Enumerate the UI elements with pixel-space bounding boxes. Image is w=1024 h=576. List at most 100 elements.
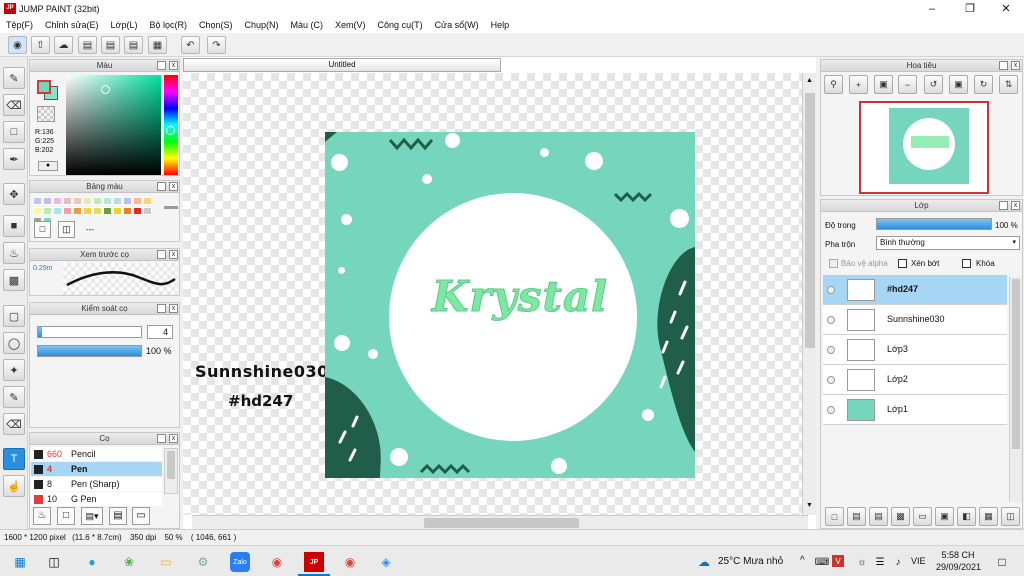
panel-close-icon[interactable]: x bbox=[169, 182, 178, 191]
gradient-tool-icon[interactable]: ▩ bbox=[3, 269, 25, 291]
share-icon[interactable]: ⇧ bbox=[31, 36, 50, 54]
new-layer-icon[interactable]: □ bbox=[825, 507, 844, 526]
panel-close-icon[interactable]: x bbox=[169, 304, 178, 313]
transparent-swatch[interactable] bbox=[37, 106, 55, 122]
menu-capture[interactable]: Chụp(N) bbox=[239, 20, 285, 30]
chrome-alt-icon[interactable]: ◉ bbox=[340, 552, 360, 572]
network-icon[interactable]: ☼ bbox=[852, 552, 872, 572]
panel-float-icon[interactable] bbox=[157, 434, 166, 443]
keyboard-icon[interactable]: ⌨ bbox=[812, 552, 832, 572]
palette-swatch[interactable] bbox=[103, 197, 112, 205]
layer-settings-icon[interactable]: ▦ bbox=[979, 507, 998, 526]
credit-name-text[interactable]: Sunnshine030 bbox=[195, 362, 329, 381]
zoom-in-icon[interactable]: + bbox=[849, 75, 868, 94]
weather-text[interactable]: 25°C Mưa nhỏ bbox=[718, 556, 783, 567]
language-indicator[interactable]: VIE bbox=[911, 556, 926, 566]
alpha-lock-checkbox[interactable] bbox=[829, 259, 838, 268]
lasso-icon[interactable]: ◯ bbox=[3, 332, 25, 354]
palette-swatch[interactable] bbox=[133, 207, 142, 215]
palette-swatch[interactable] bbox=[83, 207, 92, 215]
menu-layer[interactable]: Lớp(L) bbox=[105, 20, 144, 30]
panel-close-icon[interactable]: x bbox=[169, 250, 178, 259]
reset-view-icon[interactable]: ▣ bbox=[949, 75, 968, 94]
zoom-fit-icon[interactable]: ⚲ bbox=[824, 75, 843, 94]
menu-view[interactable]: Xem(V) bbox=[329, 20, 372, 30]
palette-menu[interactable]: --- bbox=[86, 225, 94, 234]
blend-mode-select[interactable]: Bình thường ▾ bbox=[876, 236, 1020, 250]
scroll-up-icon[interactable]: ▲ bbox=[805, 76, 814, 85]
zalo-icon[interactable]: Zalo bbox=[230, 552, 250, 572]
navigator-preview[interactable] bbox=[859, 101, 989, 194]
brush-row[interactable]: 4 Pen bbox=[31, 462, 162, 476]
zoom-out-icon[interactable]: − bbox=[898, 75, 917, 94]
layer-opacity-slider[interactable] bbox=[876, 218, 992, 230]
layer-mask-icon[interactable]: ▣ bbox=[935, 507, 954, 526]
delete-palette-icon[interactable]: ◫ bbox=[58, 221, 75, 238]
app-tool-icon[interactable]: ⚙ bbox=[193, 552, 213, 572]
palette-swatch[interactable] bbox=[93, 207, 102, 215]
foreground-color-swatch[interactable] bbox=[37, 80, 51, 94]
clip-checkbox[interactable] bbox=[898, 259, 907, 268]
palette-swatch[interactable] bbox=[63, 207, 72, 215]
document-tab[interactable]: Untitled bbox=[183, 58, 501, 72]
palette-swatch[interactable] bbox=[113, 197, 122, 205]
rotate-right-icon[interactable]: ↻ bbox=[974, 75, 993, 94]
new-palette-icon[interactable]: □ bbox=[34, 221, 51, 238]
layer-row[interactable]: Lớp2 bbox=[823, 365, 1007, 395]
edge-icon[interactable]: ● bbox=[82, 552, 102, 572]
palette-swatch[interactable] bbox=[83, 197, 92, 205]
copy-brush-icon[interactable]: ▤ bbox=[109, 507, 127, 525]
menu-tools[interactable]: Công cụ(T) bbox=[372, 20, 429, 30]
layer-visibility-icon[interactable] bbox=[827, 376, 835, 384]
move-tool-icon[interactable]: ✥ bbox=[3, 183, 25, 205]
chrome-icon[interactable]: ◉ bbox=[267, 552, 287, 572]
menu-color[interactable]: Màu (C) bbox=[285, 20, 330, 30]
brush-list-scrollbar[interactable] bbox=[164, 448, 178, 494]
horizontal-scroll-thumb[interactable] bbox=[424, 518, 579, 528]
palette-swatch[interactable] bbox=[43, 197, 52, 205]
layer-row[interactable]: Lớp3 bbox=[823, 335, 1007, 365]
weather-icon[interactable]: ☁ bbox=[694, 552, 714, 572]
view-mode-icon[interactable]: ◉ bbox=[8, 36, 27, 54]
size-input[interactable]: 4 bbox=[147, 325, 173, 339]
notification-icon[interactable]: □ bbox=[992, 552, 1012, 572]
minimize-button[interactable]: – bbox=[914, 0, 950, 17]
lock-checkbox[interactable] bbox=[962, 259, 971, 268]
brush-settings-icon[interactable]: ♨ bbox=[33, 507, 51, 525]
palette-swatch[interactable] bbox=[123, 197, 132, 205]
fit-window-icon[interactable]: ▣ bbox=[874, 75, 893, 94]
new-layer-alt-icon[interactable]: ▤ bbox=[847, 507, 866, 526]
close-button[interactable]: ✕ bbox=[988, 0, 1024, 17]
maximize-button[interactable]: ❐ bbox=[952, 0, 988, 17]
panel-float-icon[interactable] bbox=[157, 61, 166, 70]
palette-swatch[interactable] bbox=[63, 197, 72, 205]
zoom-app-icon[interactable]: ◈ bbox=[376, 552, 396, 572]
hue-slider[interactable] bbox=[164, 75, 178, 175]
menu-help[interactable]: Help bbox=[485, 20, 516, 30]
palette-scrollbar[interactable] bbox=[164, 206, 178, 209]
menu-file[interactable]: Tệp(F) bbox=[0, 20, 39, 30]
wifi-icon[interactable]: ☰ bbox=[870, 552, 890, 572]
panel-float-icon[interactable] bbox=[999, 201, 1008, 210]
panel-float-icon[interactable] bbox=[999, 61, 1008, 70]
undo-icon[interactable]: ↶ bbox=[181, 36, 200, 54]
palette-swatch[interactable] bbox=[133, 197, 142, 205]
layer-row[interactable]: #hd247 bbox=[823, 275, 1007, 305]
scroll-down-icon[interactable]: ▼ bbox=[805, 501, 814, 510]
hand-tool-icon[interactable]: ☝ bbox=[3, 475, 25, 497]
palette-swatch[interactable] bbox=[103, 207, 112, 215]
bucket-tool-icon[interactable]: ♨ bbox=[3, 242, 25, 264]
opacity-slider[interactable] bbox=[37, 345, 142, 357]
brush-row[interactable]: 8 Pen (Sharp) bbox=[31, 477, 162, 491]
color-mode-icon[interactable]: ● bbox=[38, 161, 58, 171]
new-tone-layer-icon[interactable]: ▩ bbox=[891, 507, 910, 526]
palette-swatch[interactable] bbox=[53, 207, 62, 215]
merge-down-icon[interactable]: ◧ bbox=[957, 507, 976, 526]
grid-check-icon[interactable]: ▦ bbox=[148, 36, 167, 54]
horizontal-scrollbar[interactable] bbox=[192, 515, 808, 529]
palette-swatch[interactable] bbox=[53, 197, 62, 205]
panel-close-icon[interactable]: x bbox=[1011, 201, 1020, 210]
redo-icon[interactable]: ↷ bbox=[207, 36, 226, 54]
comment-icon[interactable]: ☁ bbox=[54, 36, 73, 54]
tray-overflow-icon[interactable]: ^ bbox=[800, 555, 805, 566]
